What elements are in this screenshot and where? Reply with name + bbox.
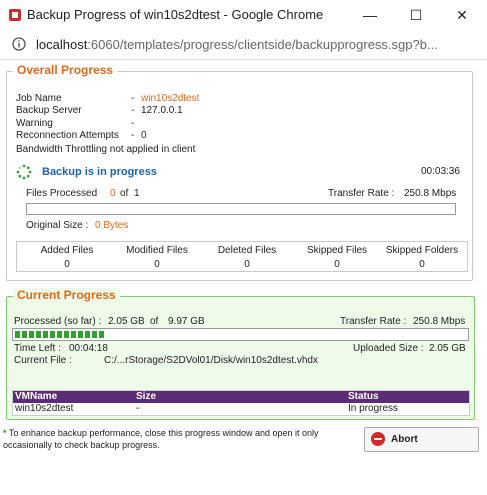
job-name-value: win10s2dtest (141, 93, 200, 104)
vm-cell-name: win10s2dtest (15, 403, 74, 414)
table-row: win10s2dtest - In progress (13, 403, 469, 415)
progress-segment (29, 331, 34, 338)
backup-status: Backup is in progress (42, 166, 157, 178)
window-title: Backup Progress of win10s2dtest - Google… (27, 7, 324, 22)
backup-server-dash: - (131, 105, 135, 116)
overall-transfer-value: 250.8 Mbps (404, 188, 457, 199)
info-icon[interactable] (12, 37, 26, 51)
warning-label: Warning (16, 118, 53, 129)
vm-header-status: Status (348, 391, 379, 402)
performance-note: * To enhance backup performance, close t… (3, 427, 348, 451)
backup-app-icon (9, 9, 21, 21)
progress-segment (64, 331, 69, 338)
window-titlebar: Backup Progress of win10s2dtest - Google… (0, 0, 487, 32)
progress-segment (43, 331, 48, 338)
files-of: of (120, 188, 129, 199)
progress-segment (57, 331, 62, 338)
abort-label: Abort (391, 434, 418, 445)
processed-of: of (150, 316, 159, 327)
job-name-dash: - (131, 93, 135, 104)
overall-progress-legend: Overall Progress (13, 63, 118, 77)
abort-button[interactable]: Abort (364, 427, 479, 452)
url-host: localhost (36, 37, 88, 52)
progress-segment (15, 331, 20, 338)
current-progress-legend: Current Progress (13, 288, 120, 302)
file-stats-table: Added Files Modified Files Deleted Files… (16, 241, 468, 272)
files-processed-label: Files Processed (26, 188, 98, 199)
maximize-button[interactable]: ☐ (393, 0, 439, 31)
job-name-label: Job Name (16, 93, 62, 104)
time-left-value: 00:04:18 (69, 343, 108, 354)
stat-value-deleted: 0 (244, 259, 250, 270)
vm-cell-size: - (136, 403, 140, 414)
reconnection-value: 0 (141, 130, 147, 141)
overall-transfer-label: Transfer Rate : (328, 188, 395, 199)
backup-server-value: 127.0.0.1 (141, 105, 183, 116)
current-progress-bar (12, 328, 469, 341)
files-progress-bar (26, 203, 456, 215)
minimize-button[interactable]: — (347, 0, 393, 31)
progress-segment (71, 331, 76, 338)
current-transfer-value: 250.8 Mbps (413, 316, 466, 327)
warning-dash: - (131, 118, 135, 129)
files-processed-value: 0 (110, 188, 116, 199)
stat-value-modified: 0 (154, 259, 160, 270)
throttling-note: Bandwidth Throttling not applied in clie… (16, 144, 196, 155)
progress-segment (99, 331, 104, 338)
vm-table: VMName Size Status win10s2dtest - In pro… (12, 390, 470, 416)
note-text: To enhance backup performance, close thi… (3, 428, 319, 450)
stat-value-skipped-files: 0 (334, 259, 340, 270)
original-size-value: 0 Bytes (95, 220, 129, 231)
stat-value-skipped-folders: 0 (419, 259, 425, 270)
current-file-value: C:/...rStorage/S2DVol01/Disk/win10s2dtes… (104, 355, 318, 366)
processed-value: 2.05 GB (108, 316, 145, 327)
reconnection-dash: - (131, 130, 135, 141)
vm-cell-status: In progress (348, 403, 399, 414)
stat-value-added: 0 (64, 259, 70, 270)
overall-progress-panel: Overall Progress Job Name - win10s2dtest… (6, 63, 473, 281)
uploaded-size-value: 2.05 GB (429, 343, 466, 354)
stop-icon (371, 432, 385, 446)
note-star: * (3, 428, 7, 438)
current-progress-panel: Current Progress Processed (so far) : 2.… (6, 288, 475, 420)
close-button[interactable]: ✕ (439, 0, 485, 31)
backup-server-label: Backup Server (16, 105, 82, 116)
address-bar[interactable]: localhost:6060/templates/progress/client… (0, 31, 487, 60)
processed-label: Processed (so far) : (14, 316, 102, 327)
progress-segment (22, 331, 27, 338)
stat-header-deleted: Deleted Files (217, 245, 277, 256)
original-size-label: Original Size : (26, 220, 89, 231)
current-transfer-label: Transfer Rate : (340, 316, 407, 327)
progress-segment (78, 331, 83, 338)
vm-table-header: VMName Size Status (13, 391, 469, 403)
progress-segment (50, 331, 55, 338)
stat-header-modified: Modified Files (126, 245, 188, 256)
stat-header-added: Added Files (40, 245, 94, 256)
vm-header-name: VMName (15, 391, 58, 402)
current-file-label: Current File : (14, 355, 72, 366)
time-left-label: Time Left : (14, 343, 61, 354)
vm-header-size: Size (136, 391, 157, 402)
files-total-value: 1 (134, 188, 140, 199)
progress-segment (92, 331, 97, 338)
address-url[interactable]: localhost:6060/templates/progress/client… (36, 37, 438, 52)
url-path: :6060/templates/progress/clientside/back… (87, 37, 438, 52)
processed-total: 9.97 GB (168, 316, 205, 327)
progress-segment (85, 331, 90, 338)
elapsed-time: 00:03:36 (421, 166, 460, 177)
spinner-icon (16, 164, 32, 180)
uploaded-size-label: Uploaded Size : (353, 343, 424, 354)
stat-header-skipped-folders: Skipped Folders (385, 245, 459, 256)
stat-header-skipped-files: Skipped Files (306, 245, 368, 256)
progress-segment (36, 331, 41, 338)
reconnection-label: Reconnection Attempts (16, 130, 119, 141)
